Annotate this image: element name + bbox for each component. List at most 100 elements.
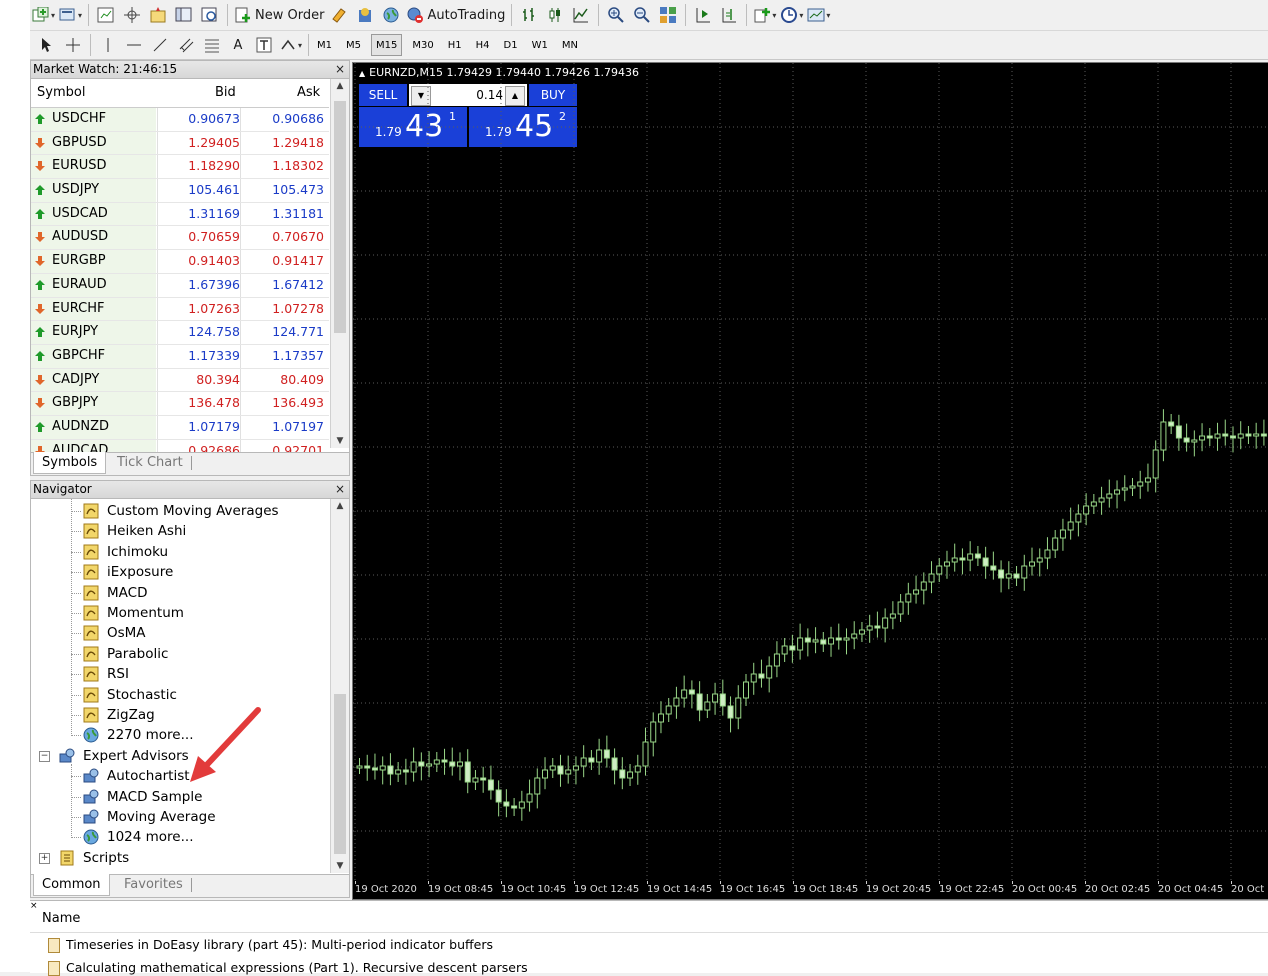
terminal-close-icon[interactable]: × — [30, 901, 38, 911]
column-symbol[interactable]: Symbol — [37, 85, 85, 100]
bar-chart-button[interactable] — [518, 4, 540, 26]
collapse-icon[interactable]: − — [39, 750, 50, 762]
arrow-down-icon — [35, 161, 45, 172]
scroll-thumb[interactable] — [334, 694, 346, 854]
new-chart-button[interactable]: ▾ — [32, 4, 55, 26]
close-icon[interactable]: × — [335, 61, 345, 78]
arrows-button[interactable]: ▾ — [279, 34, 302, 56]
candle — [673, 697, 680, 707]
line-chart-icon — [572, 6, 590, 24]
candle — [580, 757, 587, 767]
candle — [588, 757, 595, 763]
table-row[interactable]: EURCHF 1.07263 1.07278 — [31, 297, 329, 322]
timeframe-h4-button[interactable]: H4 — [472, 35, 494, 55]
timeframe-h1-button[interactable]: H1 — [444, 35, 466, 55]
table-row[interactable]: EURGBP 0.91403 0.91417 — [31, 250, 329, 274]
trendline-button[interactable] — [149, 34, 171, 56]
table-row[interactable]: AUDUSD 0.70659 0.70670 — [31, 226, 329, 251]
candle — [1121, 487, 1128, 491]
bid-cell: 1.29405 — [157, 131, 240, 155]
table-row[interactable]: EURUSD 1.18290 1.18302 — [31, 155, 329, 180]
document-icon — [48, 938, 60, 953]
profiles-button[interactable]: ▾ — [59, 4, 82, 26]
candle — [441, 759, 448, 763]
table-row[interactable]: USDCAD 1.31169 1.31181 — [31, 202, 329, 227]
table-row[interactable]: USDJPY 105.461 105.473 — [31, 179, 329, 203]
chart-shift-button[interactable] — [718, 4, 740, 26]
data-window-button[interactable] — [121, 4, 143, 26]
candle — [1052, 537, 1059, 551]
metaeditor-button[interactable] — [328, 4, 350, 26]
candle — [518, 801, 525, 809]
timeframe-mn-button[interactable]: MN — [558, 35, 582, 55]
cursor-button[interactable] — [36, 34, 58, 56]
timeframe-d1-button[interactable]: D1 — [500, 35, 522, 55]
vertical-line-button[interactable] — [97, 34, 119, 56]
scroll-down-icon[interactable]: ▼ — [331, 436, 349, 446]
templates-button[interactable]: ▾ — [807, 4, 830, 26]
candlestick-button[interactable] — [544, 4, 566, 26]
market-watch-scrollbar[interactable]: ▲ ▼ — [330, 79, 349, 448]
market-watch-button[interactable] — [95, 4, 117, 26]
timeframe-m30-button[interactable]: M30 — [408, 35, 437, 55]
autotrading-button[interactable]: AutoTrading — [406, 4, 505, 26]
terminal-icon — [175, 6, 193, 24]
signals-button[interactable] — [354, 4, 376, 26]
tab-favorites[interactable]: Favorites — [116, 878, 192, 892]
article-item[interactable]: Calculating mathematical expressions (Pa… — [66, 960, 528, 975]
table-row[interactable]: GBPJPY 136.478 136.493 — [31, 392, 329, 416]
scroll-up-icon[interactable]: ▲ — [331, 501, 349, 511]
expand-icon[interactable]: + — [39, 852, 50, 864]
price-chart[interactable] — [353, 63, 1268, 881]
table-row[interactable]: AUDNZD 1.07179 1.07197 — [31, 415, 329, 440]
bid-cell: 80.394 — [157, 368, 240, 392]
timeframe-w1-button[interactable]: W1 — [528, 35, 552, 55]
strategy-tester-button[interactable] — [199, 4, 221, 26]
close-icon[interactable]: × — [335, 481, 345, 498]
navigator-button[interactable] — [147, 4, 169, 26]
column-name[interactable]: Name — [42, 911, 80, 926]
article-item[interactable]: Timeseries in DoEasy library (part 45): … — [66, 937, 493, 952]
tab-tick-chart[interactable]: Tick Chart — [109, 456, 192, 470]
indicators-button[interactable]: ▾ — [753, 4, 776, 26]
timeframe-m1-button[interactable]: M1 — [313, 35, 336, 55]
fibonacci-button[interactable] — [201, 34, 223, 56]
scroll-up-icon[interactable]: ▲ — [331, 81, 349, 91]
text-button[interactable]: A — [227, 34, 249, 56]
crosshair-button[interactable] — [62, 34, 84, 56]
periods-button[interactable]: ▾ — [780, 4, 803, 26]
candle — [897, 601, 904, 615]
tile-windows-button[interactable] — [657, 4, 679, 26]
market-button[interactable] — [380, 4, 402, 26]
tab-common[interactable]: Common — [33, 874, 110, 896]
table-row[interactable]: USDCHF 0.90673 0.90686 — [31, 108, 329, 132]
navigator-scrollbar[interactable]: ▲ ▼ — [330, 499, 349, 873]
ask-cell: 0.70670 — [240, 226, 324, 250]
horizontal-line-button[interactable] — [123, 34, 145, 56]
table-row[interactable]: GBPUSD 1.29405 1.29418 — [31, 131, 329, 156]
tab-symbols[interactable]: Symbols — [33, 452, 107, 474]
navigator-item-label: iExposure — [107, 564, 174, 581]
line-chart-button[interactable] — [570, 4, 592, 26]
navigator-item-label: Scripts — [83, 849, 130, 866]
table-row[interactable]: GBPCHF 1.17339 1.17357 — [31, 344, 329, 369]
table-row[interactable]: CADJPY 80.394 80.409 — [31, 368, 329, 393]
new-order-button[interactable]: New Order — [234, 4, 324, 26]
zoom-out-button[interactable] — [631, 4, 653, 26]
column-bid[interactable]: Bid — [215, 85, 236, 100]
scroll-thumb[interactable] — [334, 101, 346, 333]
candle — [627, 771, 634, 779]
channel-button[interactable] — [175, 34, 197, 56]
terminal-button[interactable] — [173, 4, 195, 26]
scroll-down-icon[interactable]: ▼ — [331, 861, 349, 871]
zoom-in-button[interactable] — [605, 4, 627, 26]
symbol-name: EURUSD — [52, 158, 107, 174]
auto-scroll-button[interactable] — [692, 4, 714, 26]
timeframe-m5-button[interactable]: M5 — [342, 35, 365, 55]
text-label-button[interactable] — [253, 34, 275, 56]
chart-window[interactable]: ▲ EURNZD,M15 1.79429 1.79440 1.79426 1.79… — [352, 62, 1268, 900]
table-row[interactable]: EURJPY 124.758 124.771 — [31, 321, 329, 345]
table-row[interactable]: EURAUD 1.67396 1.67412 — [31, 273, 329, 298]
column-ask[interactable]: Ask — [297, 85, 320, 100]
timeframe-m15-button[interactable]: M15 — [371, 34, 403, 56]
